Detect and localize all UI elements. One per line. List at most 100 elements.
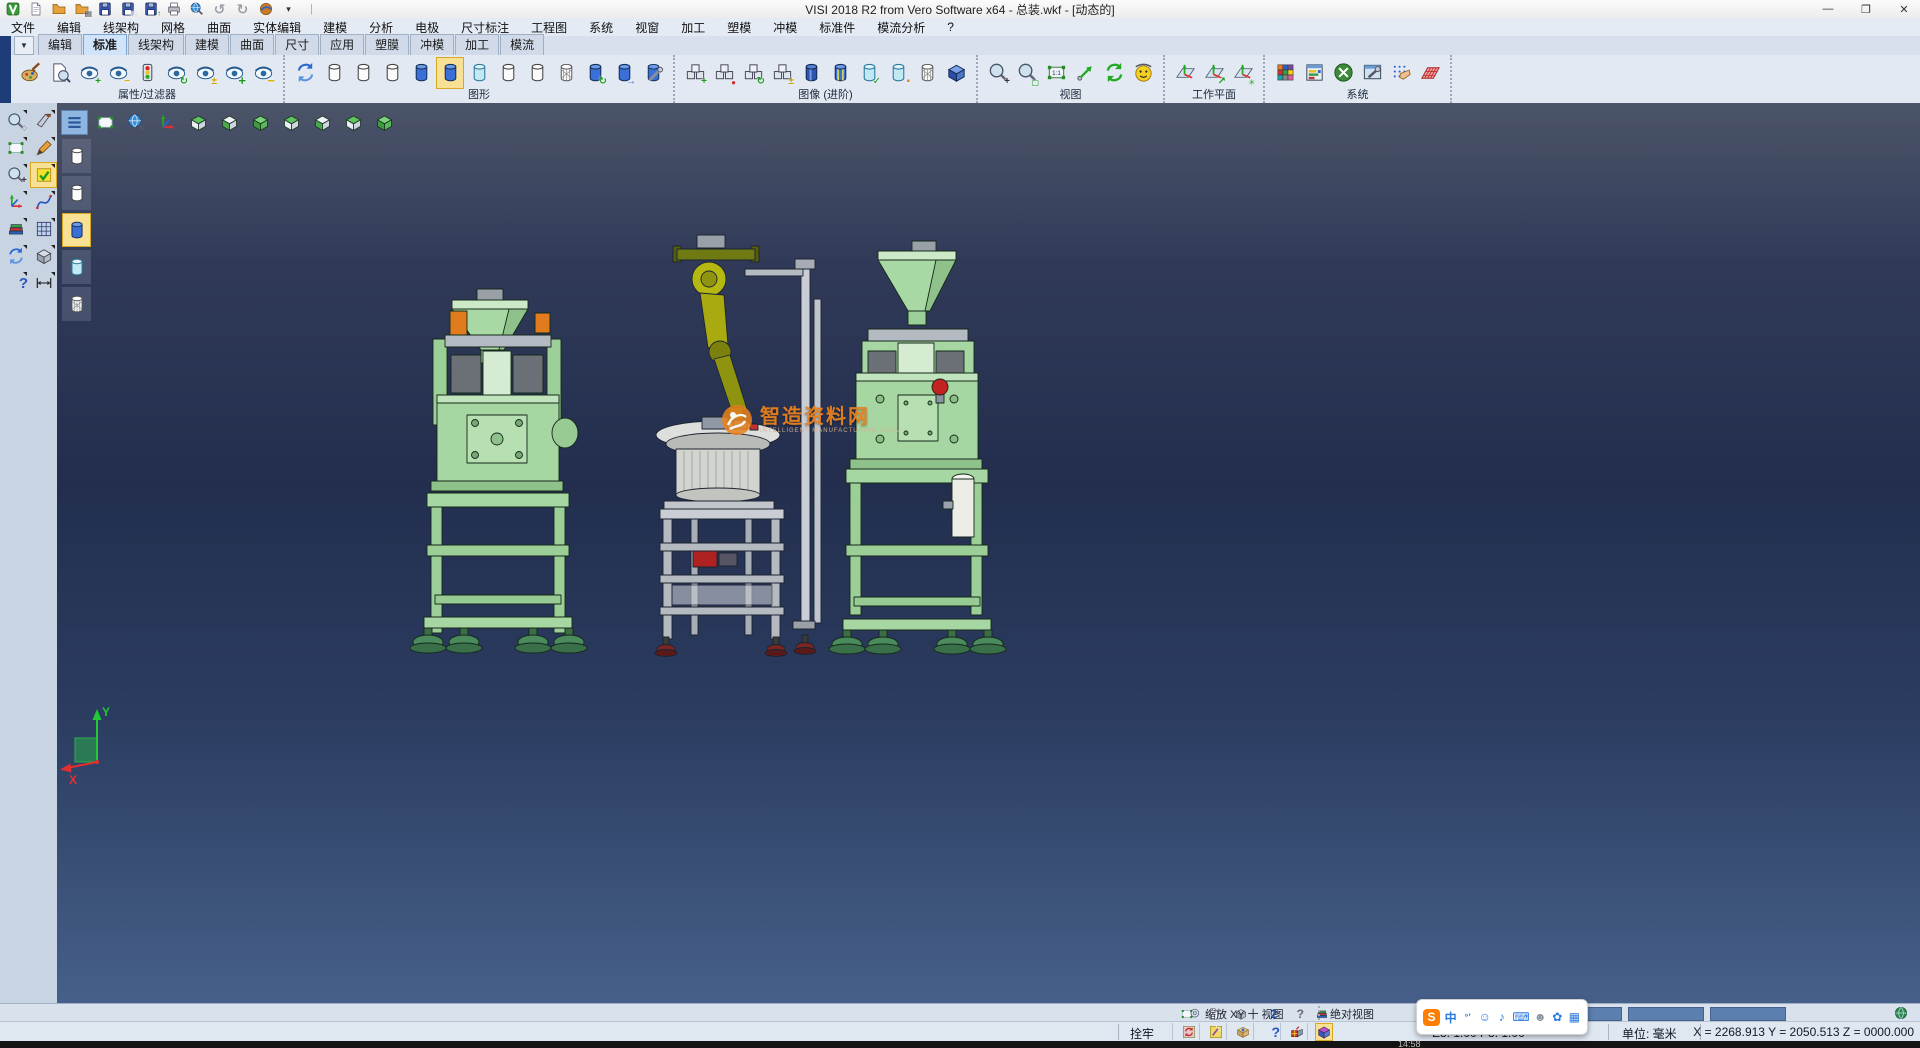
menu-help[interactable]: ? xyxy=(936,20,965,34)
selection-filter-icon[interactable] xyxy=(31,163,56,187)
tab-wireframe[interactable]: 线架构 xyxy=(128,34,184,55)
mic-icon[interactable]: ♪ xyxy=(1495,1010,1508,1024)
pan-view-icon[interactable] xyxy=(1071,57,1099,89)
keyboard-icon[interactable]: ⌨ xyxy=(1512,1010,1529,1024)
menu-mold[interactable]: 塑模 xyxy=(716,19,762,36)
outline-mode-icon[interactable] xyxy=(494,57,522,89)
spline-icon[interactable] xyxy=(31,190,56,214)
display-translucent-icon[interactable] xyxy=(62,250,91,284)
toolbox-grid-icon[interactable]: ▦ xyxy=(1568,1010,1581,1024)
options-icon[interactable] xyxy=(1329,57,1357,89)
wireframe-solid-icon[interactable] xyxy=(913,57,941,89)
skin-icon[interactable]: ✿ xyxy=(1551,1010,1564,1024)
maximize-button[interactable]: ❐ xyxy=(1854,3,1878,16)
menu-window[interactable]: 视窗 xyxy=(624,19,670,36)
menu-flow-analysis[interactable]: 模流分析 xyxy=(866,19,936,36)
punctuation-icon[interactable]: °’ xyxy=(1461,1012,1474,1022)
trim-icon[interactable] xyxy=(31,109,56,133)
view-top-icon[interactable] xyxy=(185,110,212,135)
tab-surface[interactable]: 曲面 xyxy=(230,34,274,55)
scene-filter-icon[interactable]: ● xyxy=(710,57,738,89)
wcs-icon[interactable] xyxy=(3,190,28,214)
tag-solid-icon[interactable]: ▪ xyxy=(884,57,912,89)
help-icon[interactable]: ? xyxy=(3,271,28,295)
machine-center[interactable] xyxy=(655,235,821,657)
validate-solid-icon[interactable]: ✓ xyxy=(855,57,883,89)
menu-file[interactable]: 文件 xyxy=(0,19,46,36)
shading-settings-icon[interactable] xyxy=(639,57,667,89)
machine-left[interactable] xyxy=(410,289,587,653)
hidden-line-mode-icon[interactable] xyxy=(349,57,377,89)
manual-icon[interactable] xyxy=(1313,1006,1331,1021)
refresh-visibility-icon[interactable]: ↻ xyxy=(162,57,190,89)
show-entities-icon[interactable]: + xyxy=(75,57,103,89)
workplane-align-icon[interactable]: ✳ xyxy=(1229,57,1257,89)
system-window-icon[interactable] xyxy=(1300,57,1328,89)
grid-icon[interactable] xyxy=(31,217,56,241)
emoji-icon[interactable]: ☺ xyxy=(1478,1010,1491,1024)
workplane-move-icon[interactable]: ↗ xyxy=(1200,57,1228,89)
person-icon[interactable]: ☻ xyxy=(1534,1010,1547,1024)
save-as-icon[interactable]: ▤ xyxy=(117,1,138,18)
scene-refresh-icon[interactable]: ↻ xyxy=(739,57,767,89)
striped-display-icon[interactable] xyxy=(826,57,854,89)
layer-manager-icon[interactable] xyxy=(3,217,28,241)
workplane-icon[interactable] xyxy=(1171,57,1199,89)
view-front-icon[interactable] xyxy=(247,110,274,135)
wireframe-mode-icon[interactable] xyxy=(320,57,348,89)
tab-die[interactable]: 冲模 xyxy=(410,34,454,55)
attribute-style-icon[interactable] xyxy=(17,57,45,89)
hint-icon[interactable]: ? xyxy=(1286,1006,1304,1021)
menu-edit[interactable]: 编辑 xyxy=(46,19,92,36)
menu-analysis[interactable]: 分析 xyxy=(358,19,404,36)
view-bottom-icon[interactable] xyxy=(216,110,243,135)
scene-add-icon[interactable]: + xyxy=(681,57,709,89)
menu-modeling[interactable]: 建模 xyxy=(312,19,358,36)
menu-mesh[interactable]: 网格 xyxy=(150,19,196,36)
redo-icon[interactable]: ↻ xyxy=(232,1,253,18)
lock-button[interactable]: 拴牢 xyxy=(1130,1025,1154,1042)
zoom-in-icon[interactable]: + xyxy=(984,57,1012,89)
redraw-icon[interactable] xyxy=(291,57,319,89)
dashed-mode-icon[interactable] xyxy=(378,57,406,89)
vero-icon[interactable] xyxy=(255,1,276,18)
measure-icon[interactable] xyxy=(31,271,56,295)
toolbox-icon[interactable] xyxy=(1226,1023,1253,1040)
solid-display-icon[interactable] xyxy=(797,57,825,89)
absolute-view-label[interactable]: 绝对视图 xyxy=(1330,1006,1374,1022)
tab-application[interactable]: 应用 xyxy=(320,34,364,55)
undo-icon[interactable]: ↺ xyxy=(209,1,230,18)
globe-icon[interactable] xyxy=(1893,1005,1909,1021)
perspective-view-icon[interactable] xyxy=(1129,57,1157,89)
attribute-filter-icon[interactable] xyxy=(46,57,74,89)
magic-wand-icon[interactable] xyxy=(1199,1023,1226,1040)
zoom-window-icon[interactable]: ▢ xyxy=(1013,57,1041,89)
preview-icon[interactable] xyxy=(186,1,207,18)
silhouette-mode-icon[interactable] xyxy=(523,57,551,89)
zoom-window-icon[interactable] xyxy=(3,136,28,160)
solids-icon[interactable] xyxy=(31,244,56,268)
close-button[interactable]: ✕ xyxy=(1892,3,1916,16)
translucent-mode-icon[interactable] xyxy=(465,57,493,89)
menu-standard-parts[interactable]: 标准件 xyxy=(808,19,866,36)
color-palette-icon[interactable] xyxy=(1271,57,1299,89)
display-wire-shade-icon[interactable] xyxy=(62,287,91,321)
grid-settings-icon[interactable] xyxy=(1416,57,1444,89)
view-back-icon[interactable] xyxy=(278,110,305,135)
snap-settings-icon[interactable] xyxy=(1387,57,1415,89)
refresh-icon[interactable] xyxy=(3,244,28,268)
new-file-icon[interactable] xyxy=(25,1,46,18)
menu-solid-edit[interactable]: 实体编辑 xyxy=(242,19,312,36)
axis-triad-icon[interactable] xyxy=(154,110,181,135)
view-left-icon[interactable] xyxy=(309,110,336,135)
zoom-fly-icon[interactable] xyxy=(123,110,150,135)
rotate-view-icon[interactable] xyxy=(1100,57,1128,89)
view-right-icon[interactable] xyxy=(340,110,367,135)
minimize-button[interactable]: — xyxy=(1816,3,1840,15)
menu-system[interactable]: 系统 xyxy=(578,19,624,36)
zoom-fit-icon[interactable] xyxy=(92,110,119,135)
tab-edit[interactable]: 编辑 xyxy=(38,34,82,55)
hide-entities-icon[interactable]: − xyxy=(104,57,132,89)
menu-surface[interactable]: 曲面 xyxy=(196,19,242,36)
sogou-logo-icon[interactable]: S xyxy=(1423,1009,1440,1026)
